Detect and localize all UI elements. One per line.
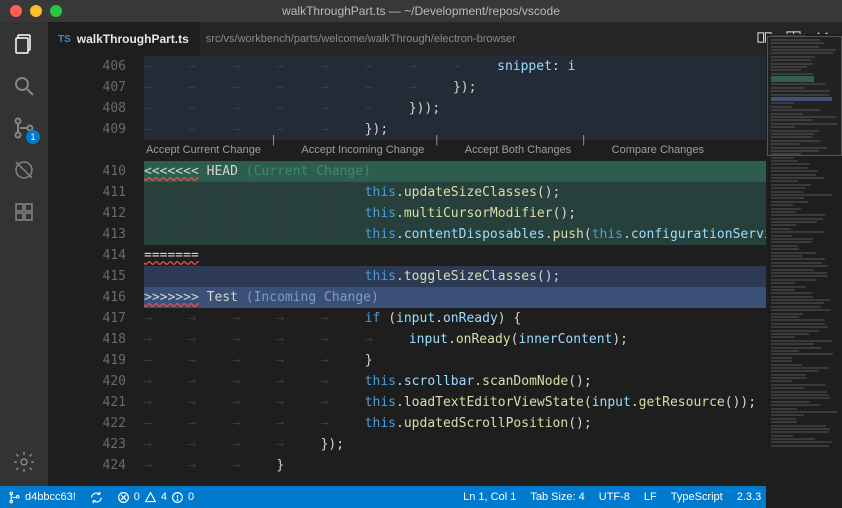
code-editor[interactable]: 4064074084094104114124134144154164174184… — [48, 56, 842, 486]
debug-icon[interactable] — [10, 156, 38, 184]
line-number[interactable]: 406 — [48, 56, 144, 77]
line-number[interactable]: 419 — [48, 350, 144, 371]
code-line[interactable]: → → → → → this.contentDisposables.push(t… — [144, 224, 842, 245]
tab-size[interactable]: Tab Size: 4 — [530, 491, 584, 503]
line-number[interactable]: 411 — [48, 182, 144, 203]
traffic-lights — [0, 5, 62, 17]
code-line[interactable]: → → → → → → })); — [144, 98, 842, 119]
activitybar: 1 — [0, 22, 48, 486]
eol[interactable]: LF — [644, 491, 657, 503]
accept-incoming-change[interactable]: Accept Incoming Change — [301, 140, 424, 161]
scm-badge: 1 — [26, 130, 40, 144]
settings-icon[interactable] — [10, 448, 38, 476]
line-number[interactable]: 407 — [48, 77, 144, 98]
explorer-icon[interactable] — [10, 30, 38, 58]
accept-current-change[interactable]: Accept Current Change — [146, 140, 261, 161]
minimap[interactable] — [766, 34, 842, 508]
code-line[interactable]: → → → → → this.scrollbar.scanDomNode(); — [144, 371, 842, 392]
code-line[interactable]: → → → } — [144, 455, 842, 476]
line-number[interactable]: 413 — [48, 224, 144, 245]
line-number[interactable]: 408 — [48, 98, 144, 119]
code-line[interactable]: → → → → → → input.onReady(innerContent); — [144, 329, 842, 350]
compare-changes[interactable]: Compare Changes — [612, 140, 704, 161]
problems[interactable]: 0 4 0 — [117, 491, 194, 504]
tab-label: walkThroughPart.ts — [77, 32, 189, 46]
code-line[interactable]: → → → → → this.loadTextEditorViewState(i… — [144, 392, 842, 413]
source-control-icon[interactable]: 1 — [10, 114, 38, 142]
line-number[interactable]: 423 — [48, 434, 144, 455]
branch-label: d4bbcc63! — [25, 491, 76, 503]
editor-area: TS walkThroughPart.ts src/vs/workbench/p… — [48, 22, 842, 486]
line-number[interactable]: 415 — [48, 266, 144, 287]
close-window-icon[interactable] — [10, 5, 22, 17]
line-number[interactable]: 422 — [48, 413, 144, 434]
sync-icon[interactable] — [90, 491, 103, 504]
statusbar: d4bbcc63! 0 4 0 Ln 1, Col 1 Tab Size: 4 … — [0, 486, 842, 508]
line-number[interactable]: 420 — [48, 371, 144, 392]
code-line[interactable]: → → → → → this.updatedScrollPosition(); — [144, 413, 842, 434]
line-number[interactable]: 416 — [48, 287, 144, 308]
cursor-position[interactable]: Ln 1, Col 1 — [463, 491, 516, 503]
code-line[interactable]: >>>>>>> Test (Incoming Change) — [144, 287, 842, 308]
line-number[interactable]: 414 — [48, 245, 144, 266]
code-content[interactable]: → → → → → → → → snippet: i→ → → → → → → … — [144, 56, 842, 486]
line-number[interactable]: 418 — [48, 329, 144, 350]
code-line[interactable]: → → → → → if (input.onReady) { — [144, 308, 842, 329]
typescript-version[interactable]: 2.3.3 — [737, 491, 761, 503]
code-line[interactable]: → → → → → → → }); — [144, 77, 842, 98]
tabbar: TS walkThroughPart.ts src/vs/workbench/p… — [48, 22, 842, 56]
code-line[interactable]: → → → → → this.updateSizeClasses(); — [144, 182, 842, 203]
accept-both-changes[interactable]: Accept Both Changes — [465, 140, 571, 161]
language-mode[interactable]: TypeScript — [671, 491, 723, 503]
breadcrumb[interactable]: src/vs/workbench/parts/welcome/walkThrou… — [200, 22, 745, 56]
search-icon[interactable] — [10, 72, 38, 100]
line-number[interactable]: 424 — [48, 455, 144, 476]
gutter: 4064074084094104114124134144154164174184… — [48, 56, 144, 486]
code-line[interactable]: → → → → }); — [144, 434, 842, 455]
minimize-window-icon[interactable] — [30, 5, 42, 17]
line-number[interactable]: 409 — [48, 119, 144, 140]
titlebar: walkThroughPart.ts — ~/Development/repos… — [0, 0, 842, 22]
line-number[interactable]: 421 — [48, 392, 144, 413]
typescript-file-icon: TS — [58, 34, 71, 45]
git-branch[interactable]: d4bbcc63! — [8, 491, 76, 504]
line-number[interactable]: 417 — [48, 308, 144, 329]
code-line[interactable]: → → → → → this.multiCursorModifier(); — [144, 203, 842, 224]
maximize-window-icon[interactable] — [50, 5, 62, 17]
merge-codelens: Accept Current Change | Accept Incoming … — [144, 140, 842, 161]
line-number[interactable]: 410 — [48, 161, 144, 182]
encoding[interactable]: UTF-8 — [599, 491, 630, 503]
code-line[interactable]: → → → → → this.toggleSizeClasses(); — [144, 266, 842, 287]
code-line[interactable]: ======= — [144, 245, 842, 266]
line-number[interactable]: 412 — [48, 203, 144, 224]
code-line[interactable]: <<<<<<< HEAD (Current Change) — [144, 161, 842, 182]
code-line[interactable]: → → → → → → → → snippet: i — [144, 56, 842, 77]
extensions-icon[interactable] — [10, 198, 38, 226]
main-area: 1 TS walkThroughPart.ts src/vs/workbench… — [0, 22, 842, 486]
code-line[interactable]: → → → → → }); — [144, 119, 842, 140]
tab-walkthroughpart[interactable]: TS walkThroughPart.ts — [48, 22, 200, 56]
code-line[interactable]: → → → → → } — [144, 350, 842, 371]
window-title: walkThroughPart.ts — ~/Development/repos… — [0, 4, 842, 18]
